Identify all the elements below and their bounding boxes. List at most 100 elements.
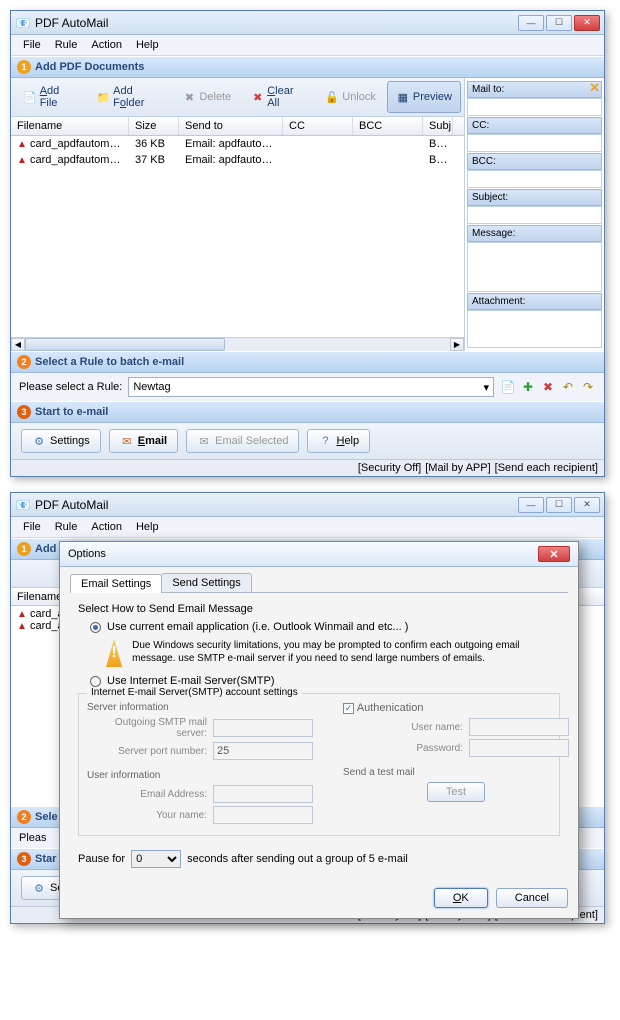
close-button[interactable]: ✕ — [574, 15, 600, 31]
delete-icon: ✖ — [182, 90, 196, 104]
rule-add-icon[interactable]: ✚ — [520, 379, 536, 395]
email-addr-input[interactable] — [213, 785, 313, 803]
your-name-input[interactable] — [213, 806, 313, 824]
settings-button[interactable]: ⚙Settings — [21, 429, 101, 453]
panel-close-icon[interactable]: ✕ — [589, 80, 600, 96]
clear-all-button[interactable]: ✖Clear All — [242, 81, 314, 113]
preview-icon: ▦ — [396, 90, 410, 104]
col-bcc[interactable]: BCC — [353, 117, 423, 135]
smtp-fieldset: Internet E-mail Server(SMTP) account set… — [78, 693, 560, 836]
step-3-badge: 3 — [17, 405, 31, 419]
fieldset-legend: Internet E-mail Server(SMTP) account set… — [87, 687, 302, 698]
menu-action[interactable]: Action — [85, 37, 128, 53]
menu-file[interactable]: File — [17, 37, 47, 53]
rule-row: Please select a Rule: Newtag▾ 📄 ✚ ✖ ↶ ↷ — [11, 373, 604, 401]
toolbar: 📄Add Add FileFile 📁Add Folder ✖Delete ✖C… — [11, 78, 464, 117]
minimize-button[interactable]: — — [518, 15, 544, 31]
menu-action[interactable]: Action — [85, 519, 128, 535]
email-selected-button[interactable]: ✉Email Selected — [186, 429, 299, 453]
cc-field[interactable] — [467, 134, 602, 152]
email-button[interactable]: ✉Email — [109, 429, 178, 453]
h-scrollbar[interactable]: ◀ ▶ — [11, 337, 464, 351]
menu-help[interactable]: Help — [130, 37, 165, 53]
warning-text: Due Windows security limitations, you ma… — [132, 639, 560, 667]
statusbar: [Security Off] [Mail by APP] [Send each … — [11, 459, 604, 476]
menu-rule[interactable]: Rule — [49, 37, 84, 53]
email-selected-icon: ✉ — [197, 434, 211, 448]
col-size[interactable]: Size — [129, 117, 179, 135]
scroll-right-icon[interactable]: ▶ — [450, 338, 464, 351]
rule-export-icon[interactable]: ↷ — [580, 379, 596, 395]
pdf-icon: ▲ — [17, 139, 27, 150]
preview-panel: ✕ Mail to: CC: BCC: Subject: Message: At… — [464, 78, 604, 351]
message-field[interactable] — [467, 242, 602, 292]
help-icon: ? — [318, 434, 332, 448]
col-subj[interactable]: Subj — [423, 117, 453, 135]
subject-field[interactable] — [467, 206, 602, 224]
col-cc[interactable]: CC — [283, 117, 353, 135]
username-input[interactable] — [469, 718, 569, 736]
cc-label: CC: — [467, 117, 602, 134]
test-button[interactable]: Test — [427, 782, 485, 802]
radio-current-app[interactable]: Use current email application (i.e. Outl… — [90, 621, 560, 633]
section-2-header: 2 Select a Rule to batch e-mail — [11, 351, 604, 373]
ok-button[interactable]: OK — [434, 888, 488, 908]
password-label: Password: — [343, 743, 463, 754]
dialog-close-button[interactable]: ✕ — [538, 546, 570, 562]
pause-label-b: seconds after sending out a group of 5 e… — [187, 853, 408, 865]
smtp-server-input[interactable] — [213, 719, 313, 737]
preview-button[interactable]: ▦Preview — [387, 81, 461, 113]
dialog-titlebar[interactable]: Options ✕ — [60, 542, 578, 567]
menu-help[interactable]: Help — [130, 519, 165, 535]
mailto-field[interactable] — [467, 98, 602, 116]
delete-button[interactable]: ✖Delete — [173, 81, 240, 113]
app-icon: 📧 — [15, 15, 31, 31]
titlebar[interactable]: 📧 PDF AutoMail — ☐ ✕ — [11, 493, 604, 517]
main-window-2: 📧 PDF AutoMail — ☐ ✕ File Rule Action He… — [10, 492, 605, 924]
status-recipient: [Send each recipient] — [495, 462, 598, 474]
tab-email-settings[interactable]: Email Settings — [70, 574, 162, 593]
attachment-field[interactable] — [467, 310, 602, 348]
titlebar[interactable]: 📧 PDF AutoMail — ☐ ✕ — [11, 11, 604, 35]
col-filename[interactable]: Filename — [11, 117, 129, 135]
maximize-button[interactable]: ☐ — [546, 497, 572, 513]
step-1-badge: 1 — [17, 60, 31, 74]
pause-select[interactable]: 0 — [131, 850, 181, 868]
scroll-left-icon[interactable]: ◀ — [11, 338, 25, 351]
status-mailby: [Mail by APP] — [425, 462, 490, 474]
maximize-button[interactable]: ☐ — [546, 15, 572, 31]
minimize-button[interactable]: — — [518, 497, 544, 513]
pause-row: Pause for 0 seconds after sending out a … — [78, 850, 560, 868]
tab-send-settings[interactable]: Send Settings — [161, 573, 252, 592]
file-list-header: Filename Size Send to CC BCC Subj — [11, 117, 464, 136]
close-button[interactable]: ✕ — [574, 497, 600, 513]
file-list: Filename Size Send to CC BCC Subj ▲ card… — [11, 117, 464, 337]
scroll-thumb[interactable] — [25, 338, 225, 351]
password-input[interactable] — [469, 739, 569, 757]
menu-rule[interactable]: Rule — [49, 519, 84, 535]
add-file-button[interactable]: 📄Add Add FileFile — [14, 81, 85, 113]
table-row[interactable]: ▲ card_apdfautomailtest1 36 KB Email: ap… — [11, 136, 464, 152]
bcc-field[interactable] — [467, 170, 602, 188]
radio-smtp[interactable]: Use Internet E-mail Server(SMTP) — [90, 675, 560, 687]
col-sendto[interactable]: Send to — [179, 117, 283, 135]
menu-file[interactable]: File — [17, 519, 47, 535]
rule-delete-icon[interactable]: ✖ — [540, 379, 556, 395]
add-folder-button[interactable]: 📁Add Folder — [87, 81, 171, 113]
step-2-badge: 2 — [17, 355, 31, 369]
options-dialog: Options ✕ Email Settings Send Settings S… — [59, 541, 579, 919]
port-label: Server port number: — [87, 746, 207, 757]
message-label: Message: — [467, 225, 602, 242]
table-row[interactable]: ▲ card_apdfautomailtest2 37 KB Email: ap… — [11, 152, 464, 168]
cancel-button[interactable]: Cancel — [496, 888, 568, 908]
port-input[interactable] — [213, 742, 313, 760]
unlock-button[interactable]: 🔓Unlock — [316, 81, 385, 113]
rule-select[interactable]: Newtag▾ — [128, 377, 494, 397]
pause-label-a: Pause for — [78, 853, 125, 865]
attachment-label: Attachment: — [467, 293, 602, 310]
rule-import-icon[interactable]: ↶ — [560, 379, 576, 395]
auth-checkbox[interactable]: ✓ — [343, 703, 354, 714]
help-button[interactable]: ?Help — [307, 429, 370, 453]
main-window-1: 📧 PDF AutoMail — ☐ ✕ File Rule Action He… — [10, 10, 605, 477]
rule-new-icon[interactable]: 📄 — [500, 379, 516, 395]
